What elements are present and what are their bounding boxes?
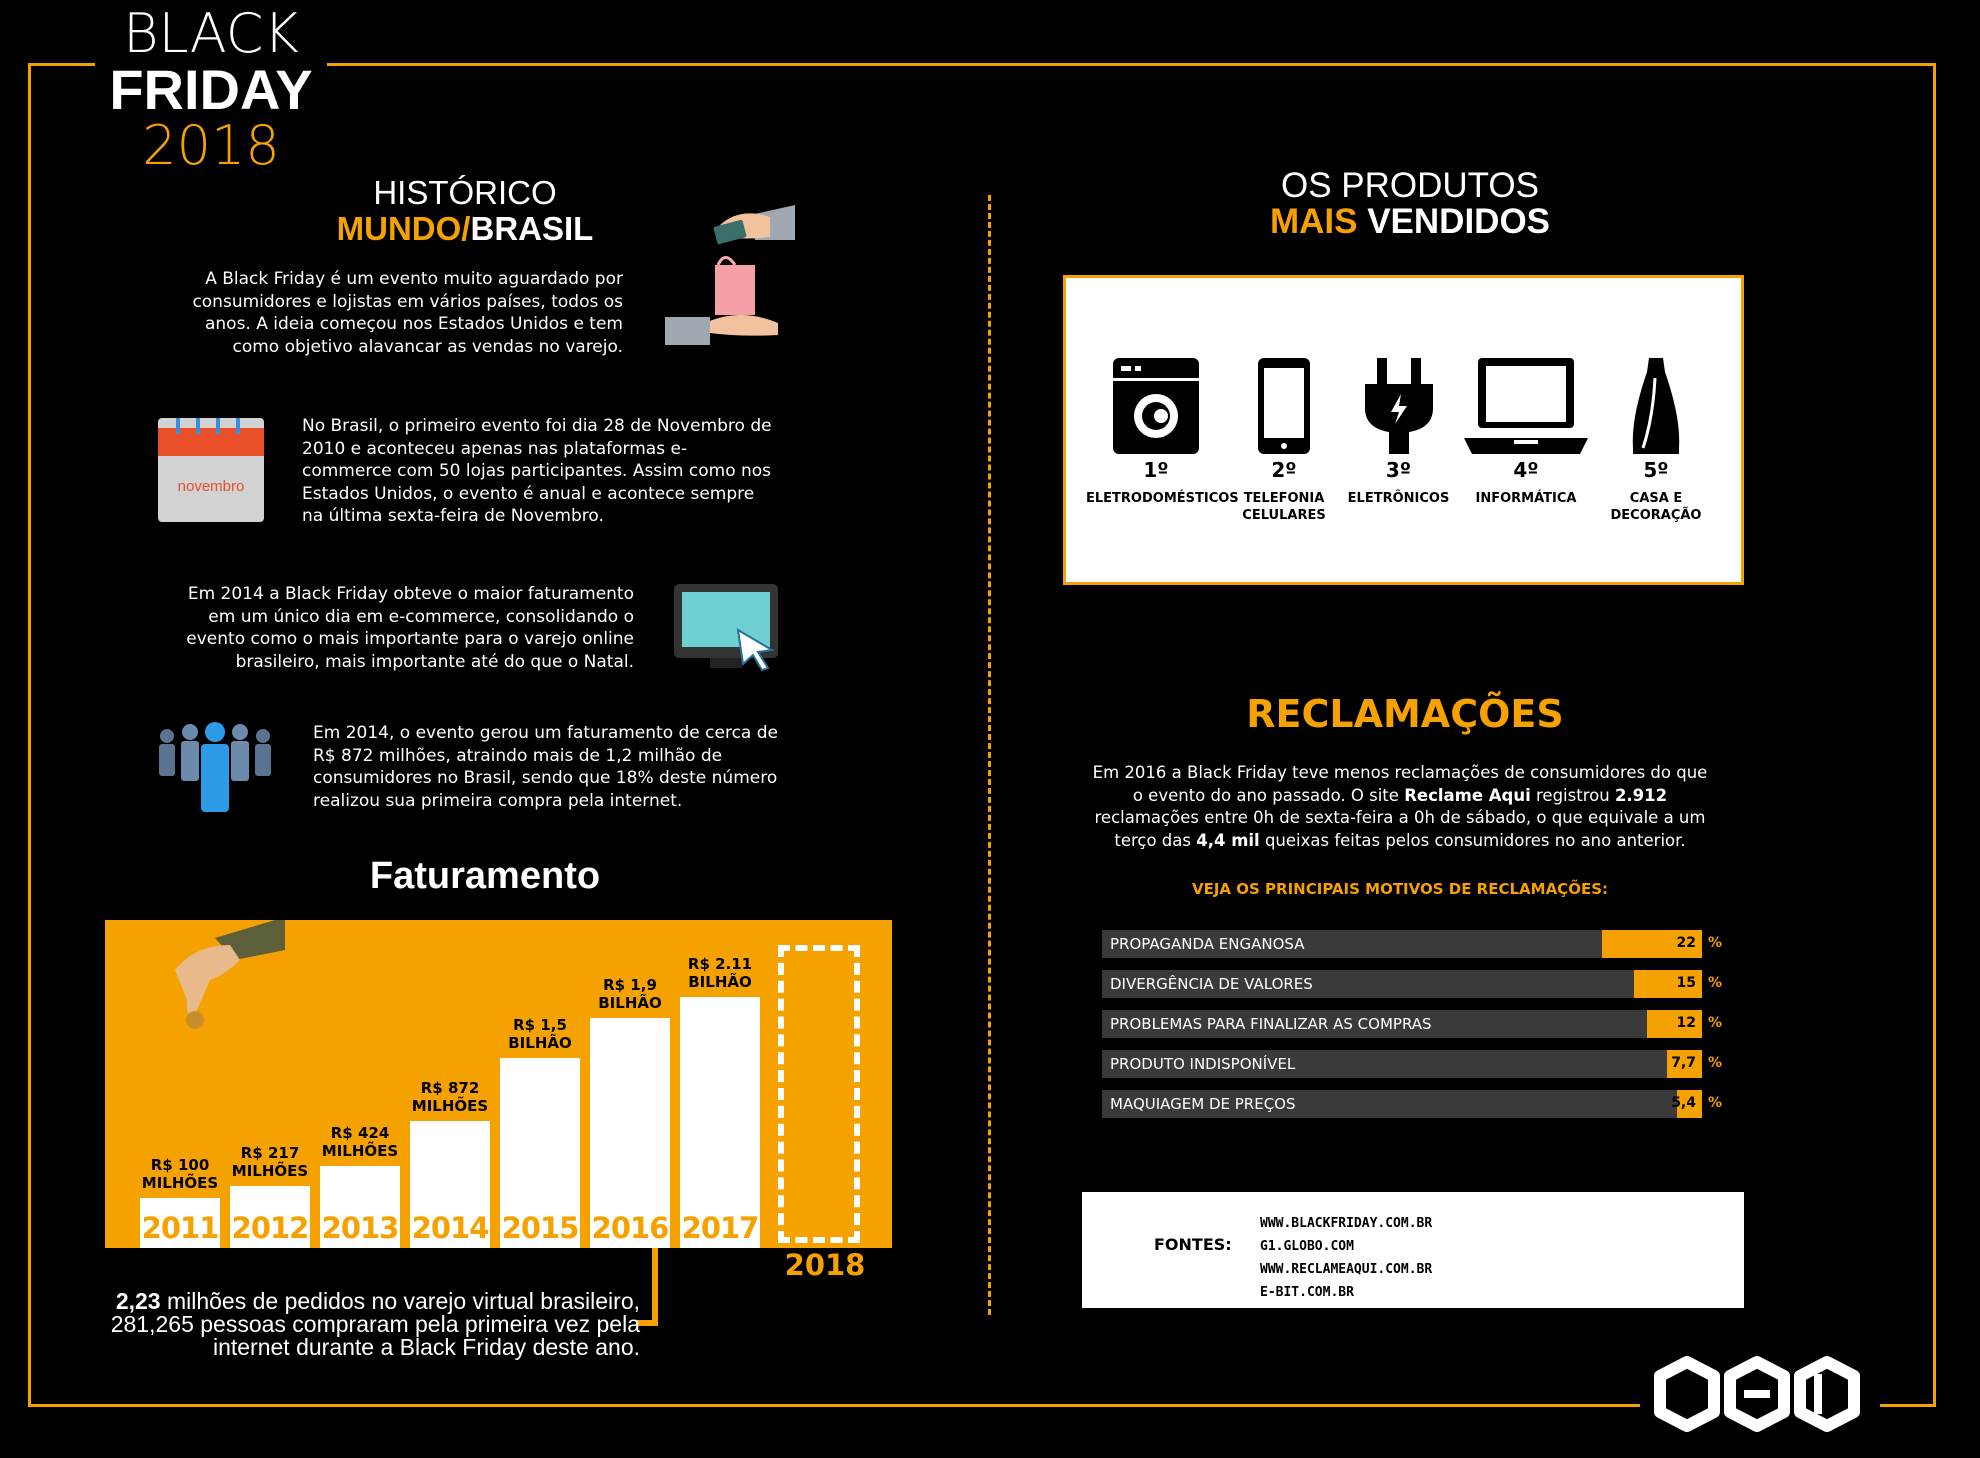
smartphone-icon [1258,358,1310,454]
faturamento-callout: 2,23 milhões de pedidos no varejo virtua… [110,1288,640,1360]
motivo-bar: PROPAGANDA ENGANOSA 22 % [1102,930,1722,958]
historico-paragraph-4: Em 2014, o evento gerou um faturamento d… [313,723,778,811]
historico-paragraph-1: A Black Friday é um evento muito aguarda… [192,269,623,357]
reclamacoes-title: RECLAMAÇÕES [1246,692,1564,736]
produto-2: 2º TELEFONIA CELULARES [1234,358,1334,524]
reclamacoes-body: Em 2016 a Black Friday teve menos reclam… [1092,763,1708,850]
year-label-2017: 2017 [681,1211,760,1245]
produto-5: 5º CASA E DECORAÇÃO [1601,358,1711,524]
value-label-2015: R$ 1,5 BILHÃO [508,1016,572,1052]
vase-icon [1632,358,1680,454]
plug-icon [1364,358,1433,454]
fontes-label: FONTES: [1154,1235,1232,1254]
calendar-icon [158,418,264,522]
year-label-2012: 2012 [231,1211,310,1245]
washing-machine-icon [1113,358,1199,454]
fontes-box: FONTES: WWW.BLACKFRIDAY.COM.BR G1.GLOBO.… [1082,1192,1744,1308]
produto-4: 4º INFORMÁTICA [1456,358,1596,507]
value-label-2016: R$ 1,9 BILHÃO [598,976,662,1012]
year-label-2014: 2014 [411,1211,490,1245]
historico-paragraph-2: No Brasil, o primeiro evento foi dia 28 … [302,416,772,526]
value-label-2014: R$ 872 MILHÕES [411,1078,489,1115]
brand-logo [1654,1356,1860,1432]
monitor-cursor-icon [674,584,778,672]
produtos-box: 1º ELETRODOMÉSTICOS 2º TELEFONIA CELULARE… [1063,275,1744,585]
year-label-2018: 2018 [784,1248,866,1282]
fonte-link[interactable]: G1.GLOBO.COM [1260,1239,1354,1254]
fonte-link[interactable]: WWW.RECLAMEAQUI.COM.BR [1260,1262,1432,1277]
title-black: BLACK [123,2,299,65]
column-divider [988,195,991,1315]
shopping-handover-icon [665,205,795,345]
hand-coin-icon [175,920,285,1029]
produto-3: 3º ELETRÔNICOS [1341,358,1456,507]
value-label-2012: R$ 217 MILHÕES [231,1144,309,1181]
faturamento-title: Faturamento [369,855,601,897]
callout-connector [652,1248,658,1323]
value-label-2017: R$ 2.11 BILHÃO [687,955,753,991]
people-group-icon [159,722,271,812]
produtos-heading: OS PRODUTOS MAIS VENDIDOS [1269,166,1551,241]
fonte-link[interactable]: WWW.BLACKFRIDAY.COM.BR [1260,1216,1432,1231]
year-label-2013: 2013 [321,1211,400,1245]
motivo-bar: PROBLEMAS PARA FINALIZAR AS COMPRAS 12 % [1102,1010,1722,1038]
value-label-2011: R$ 100 MILHÕES [141,1156,219,1192]
produto-1: 1º ELETRODOMÉSTICOS [1086,358,1239,507]
calendar-month-label: novembro [177,478,245,495]
year-label-2011: 2011 [141,1211,220,1245]
value-label-2013: R$ 424 MILHÕES [321,1123,399,1160]
historico-paragraph-3: Em 2014 a Black Friday obteve o maior fa… [186,584,634,672]
title-year: 2018 [142,114,280,177]
title-friday: FRIDAY [109,58,313,121]
motivo-bar: MAQUIAGEM DE PREÇOS 5,4 % [1102,1090,1722,1118]
year-label-2015: 2015 [501,1211,580,1245]
motivo-bar: PRODUTO INDISPONÍVEL 7,7 % [1102,1050,1722,1078]
fonte-link[interactable]: E-BIT.COM.BR [1260,1285,1354,1300]
motivo-bar: DIVERGÊNCIA DE VALORES 15 % [1102,970,1722,998]
year-label-2016: 2016 [591,1211,670,1245]
historico-heading: HISTÓRICO MUNDO/BRASIL [336,174,594,247]
motivos-heading: VEJA OS PRINCIPAIS MOTIVOS DE RECLAMAÇÕE… [1192,880,1608,898]
laptop-icon [1464,358,1588,454]
bar-2018-placeholder [778,945,860,1243]
